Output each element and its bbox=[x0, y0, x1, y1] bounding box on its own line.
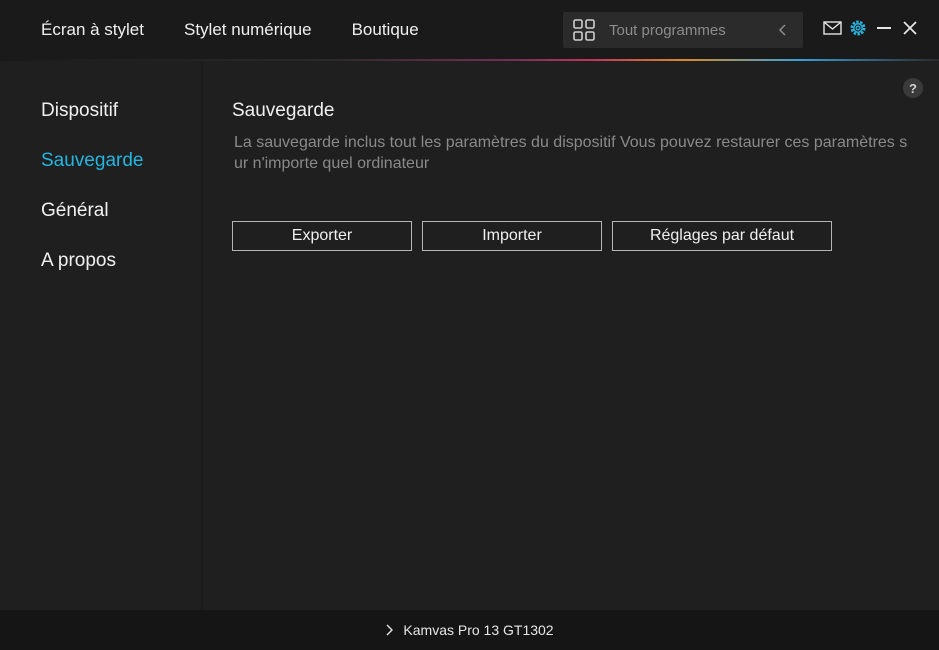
main-panel: ? Sauvegarde La sauvegarde inclus tout l… bbox=[203, 62, 939, 610]
sidebar-item-device[interactable]: Dispositif bbox=[41, 100, 118, 122]
export-button[interactable]: Exporter bbox=[232, 221, 412, 251]
window-controls bbox=[822, 18, 926, 38]
gear-icon[interactable] bbox=[848, 18, 868, 38]
close-icon[interactable] bbox=[900, 18, 920, 38]
program-selector[interactable] bbox=[563, 12, 803, 48]
top-bar: Écran à stylet Stylet numérique Boutique bbox=[0, 0, 939, 60]
status-bar: Kamvas Pro 13 GT1302 bbox=[0, 610, 939, 650]
program-search-input[interactable] bbox=[609, 21, 769, 39]
minimize-icon[interactable] bbox=[874, 18, 894, 38]
help-icon[interactable]: ? bbox=[903, 78, 923, 98]
sidebar-item-general[interactable]: Général bbox=[41, 200, 109, 222]
grid-icon[interactable] bbox=[573, 19, 595, 41]
nav-item-store[interactable]: Boutique bbox=[352, 20, 419, 40]
import-button[interactable]: Importer bbox=[422, 221, 602, 251]
section-description: La sauvegarde inclus tout les paramètres… bbox=[234, 134, 908, 172]
nav-item-pen-display[interactable]: Écran à stylet bbox=[41, 20, 144, 40]
mail-icon[interactable] bbox=[822, 18, 842, 38]
sidebar-item-backup[interactable]: Sauvegarde bbox=[41, 150, 143, 172]
device-name: Kamvas Pro 13 GT1302 bbox=[403, 622, 554, 638]
top-nav: Écran à stylet Stylet numérique Boutique bbox=[41, 0, 459, 60]
restore-defaults-button[interactable]: Réglages par défaut bbox=[612, 221, 832, 251]
chevron-right-icon bbox=[386, 624, 394, 636]
chevron-left-icon[interactable] bbox=[777, 23, 789, 37]
nav-item-pen-tablet[interactable]: Stylet numérique bbox=[184, 20, 312, 40]
sidebar: Dispositif Sauvegarde Général A propos bbox=[0, 62, 203, 610]
accent-divider bbox=[0, 59, 939, 61]
section-title: Sauvegarde bbox=[232, 100, 335, 121]
device-selector[interactable]: Kamvas Pro 13 GT1302 bbox=[385, 622, 554, 638]
sidebar-item-about[interactable]: A propos bbox=[41, 250, 116, 272]
